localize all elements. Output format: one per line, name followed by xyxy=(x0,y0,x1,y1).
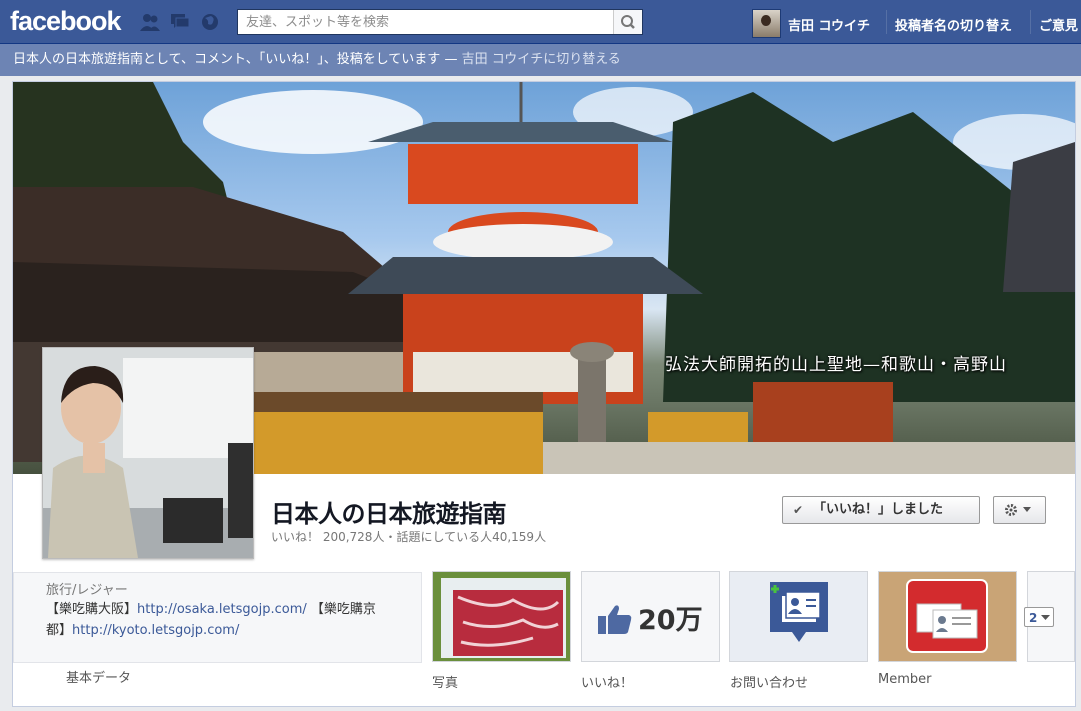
page-stats: いいね！ 200,728人・話題にしている人40,159人 xyxy=(271,530,547,544)
member-card-icon xyxy=(906,579,988,653)
page-settings-button[interactable] xyxy=(993,496,1046,524)
more-apps-count: 2 xyxy=(1029,611,1038,625)
friend-requests-icon[interactable] xyxy=(140,13,160,31)
facebook-logo[interactable]: facebook xyxy=(10,6,122,37)
member-tile[interactable] xyxy=(878,571,1017,662)
switch-to-user-link[interactable]: 吉田 コウイチに切り替える xyxy=(462,52,621,67)
notice-text: 日本人の日本旅遊指南として、コメント、「いいね！」、投稿をしています — xyxy=(13,52,462,67)
photos-tile[interactable] xyxy=(432,571,571,662)
switch-poster-link[interactable]: 投稿者名の切り替え xyxy=(895,15,1012,34)
photos-tile-label[interactable]: 写真 xyxy=(432,672,458,691)
divider xyxy=(886,10,887,34)
liked-button-label: 「いいね！」しました xyxy=(813,502,944,517)
liked-button[interactable]: ✔ 「いいね！」しました xyxy=(782,496,980,524)
contact-tile-label[interactable]: お問い合わせ xyxy=(730,672,808,691)
user-name: 吉田 コウイチ xyxy=(788,19,871,34)
cover-caption: 弘法大師開拓的山上聖地—和歌山・高野山 xyxy=(665,355,1007,375)
acting-as-notice: 日本人の日本旅遊指南として、コメント、「いいね！」、投稿をしています — 吉田 … xyxy=(0,44,1081,76)
feedback-link[interactable]: ご意見 xyxy=(1039,15,1078,34)
about-box: 旅行/レジャー 【樂吃購大阪】http://osaka.letsgojp.com… xyxy=(13,572,422,663)
basic-data-link[interactable]: 基本データ xyxy=(66,667,131,686)
more-apps-dropdown[interactable]: 2 xyxy=(1024,607,1054,627)
search-button[interactable] xyxy=(613,10,642,34)
profile-picture-image xyxy=(43,348,253,558)
avatar xyxy=(752,9,781,38)
top-bar: facebook 吉田 コウイチ 投稿者名の切り替え ご意見 xyxy=(0,0,1081,44)
member-tile-label[interactable]: Member xyxy=(878,672,931,687)
likes-tile[interactable]: 20万 xyxy=(581,571,720,662)
profile-picture[interactable] xyxy=(42,347,254,559)
page-category[interactable]: 旅行/レジャー xyxy=(46,579,128,598)
osaka-link[interactable]: http://osaka.letsgojp.com/ xyxy=(137,602,307,617)
search-icon xyxy=(621,15,635,29)
page-description: 【樂吃購大阪】http://osaka.letsgojp.com/ 【樂吃購京 … xyxy=(46,602,376,638)
messages-icon[interactable] xyxy=(170,13,190,31)
kyoto-link[interactable]: http://kyoto.letsgojp.com/ xyxy=(72,623,239,638)
photos-thumbnail xyxy=(433,572,570,661)
page-title: 日本人の日本旅遊指南 xyxy=(271,500,507,528)
likes-tile-label[interactable]: いいね！ xyxy=(581,672,633,691)
search-box xyxy=(237,9,643,35)
gear-icon xyxy=(1005,504,1031,516)
contact-tile[interactable] xyxy=(729,571,868,662)
thumbs-up-icon xyxy=(598,605,632,634)
likes-count: 20万 xyxy=(638,605,703,636)
search-input[interactable] xyxy=(238,10,624,34)
divider xyxy=(1030,10,1031,34)
checkmark-icon: ✔ xyxy=(793,503,804,517)
chevron-down-icon xyxy=(1041,615,1050,620)
more-apps-tile: 2 xyxy=(1024,571,1075,662)
page-timeline-card: 弘法大師開拓的山上聖地—和歌山・高野山 日本人の日本旅遊指南 いいね！ 200,… xyxy=(12,81,1076,707)
notifications-globe-icon[interactable] xyxy=(200,13,220,31)
contact-form-icon xyxy=(770,582,828,642)
